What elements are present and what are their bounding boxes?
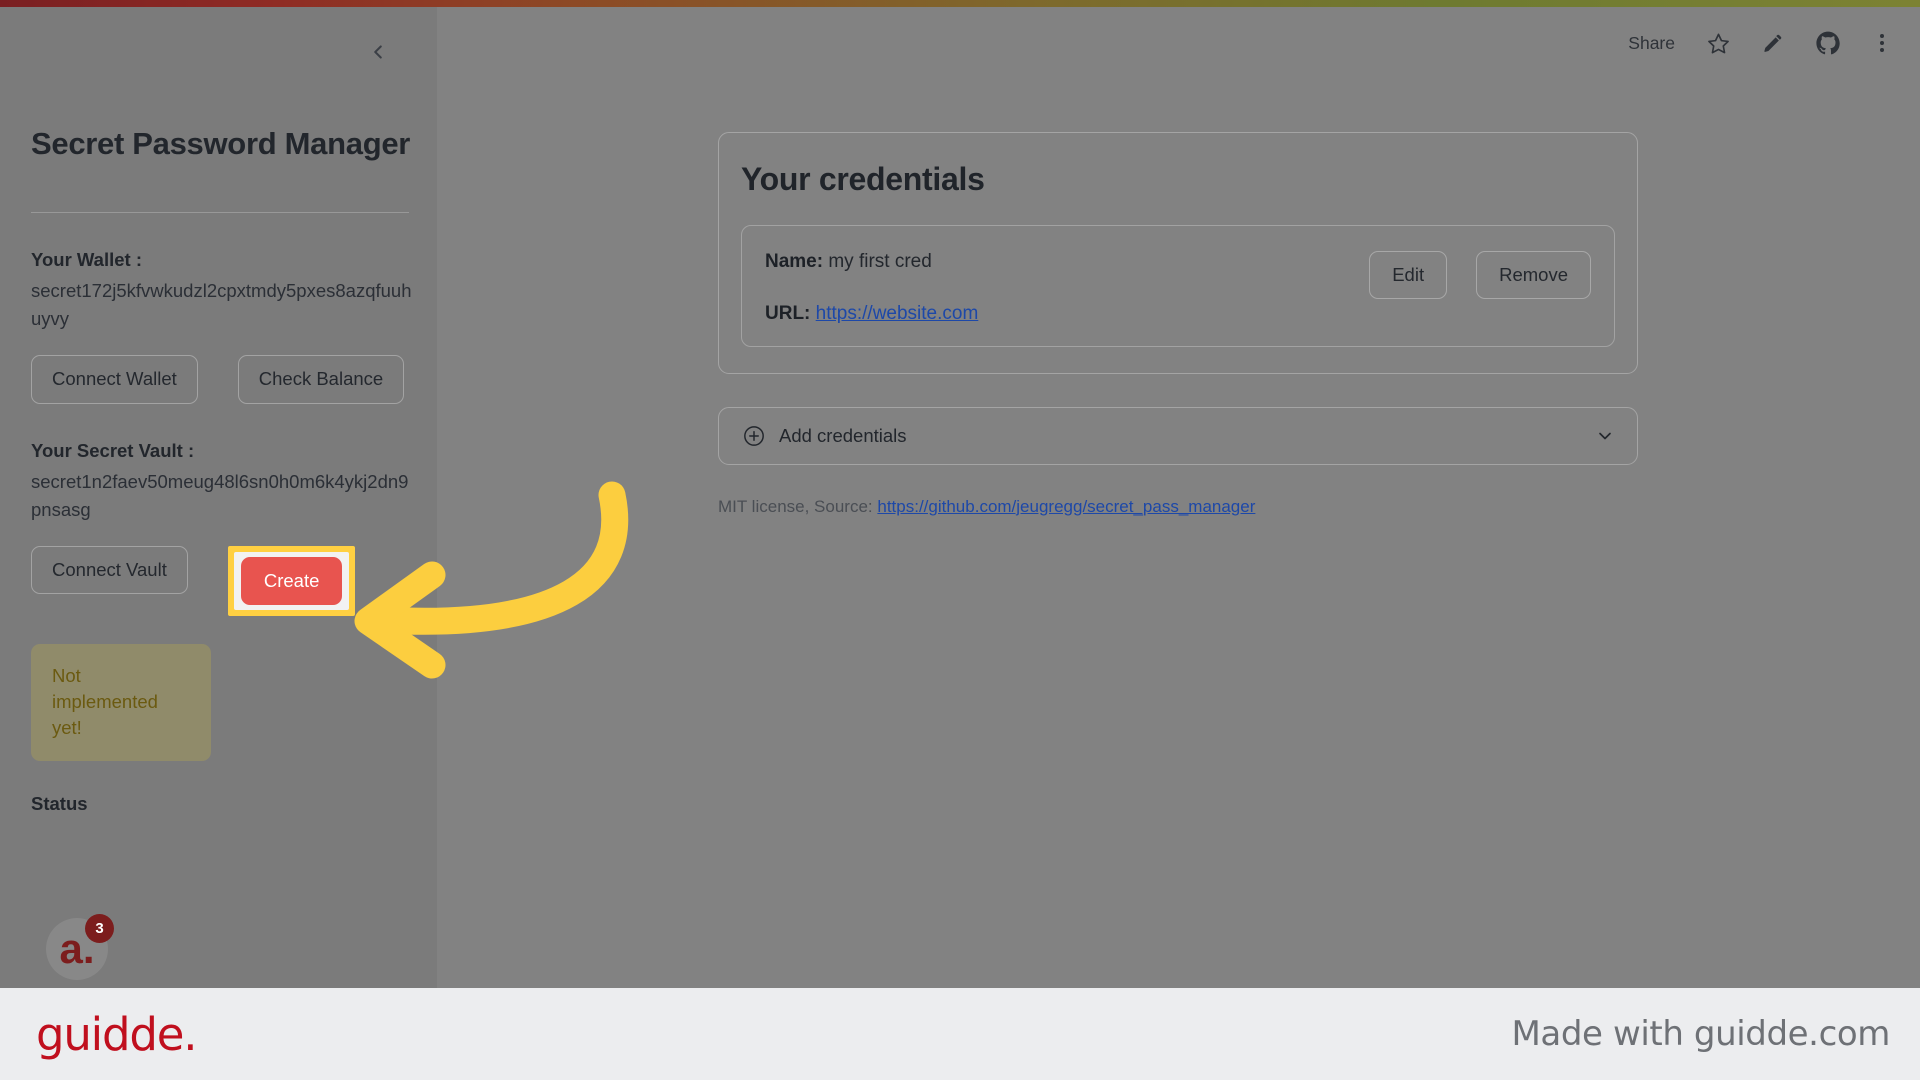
check-balance-button[interactable]: Check Balance (237, 355, 405, 404)
sidebar-collapse-button[interactable] (361, 37, 395, 71)
avatar-badge: 3 (85, 914, 114, 943)
app-toolbar: Share (1628, 31, 1892, 55)
credentials-card: Your credentials Name: my first cred URL… (718, 132, 1638, 374)
wallet-label: Your Wallet : (31, 249, 142, 271)
license-prefix: MIT license, Source: (718, 496, 873, 516)
star-icon[interactable] (1707, 32, 1730, 55)
credential-name-line: Name: my first cred (765, 251, 978, 273)
credential-url-label: URL: (765, 302, 811, 324)
main-content: Share Your credentials Name: my first cr… (437, 7, 1920, 988)
credential-row: Name: my first cred URL: https://website… (741, 225, 1615, 347)
guidde-logo: guidde. (36, 1007, 198, 1061)
github-icon[interactable] (1816, 31, 1840, 55)
app-screenshot: Secret Password Manager Your Wallet : se… (0, 0, 1920, 988)
wallet-address: secret172j5kfvwkudzl2cpxtmdy5pxes8azqfuu… (31, 280, 412, 330)
credential-actions: Edit Remove (1369, 247, 1591, 300)
sidebar-divider (31, 212, 409, 214)
made-with-guidde-text: Made with guidde.com (1511, 1014, 1890, 1054)
credential-details: Name: my first cred URL: https://website… (765, 247, 978, 325)
guidde-footer: guidde. Made with guidde.com (0, 988, 1920, 1080)
remove-button[interactable]: Remove (1476, 251, 1591, 300)
license-note: MIT license, Source: https://github.com/… (718, 497, 1638, 517)
credential-name-value: my first cred (828, 251, 932, 272)
connect-wallet-button[interactable]: Connect Wallet (31, 355, 198, 404)
chevron-left-icon (367, 41, 389, 68)
sidebar: Secret Password Manager Your Wallet : se… (0, 7, 437, 988)
edit-button[interactable]: Edit (1369, 251, 1448, 300)
decoration-bar (0, 0, 1920, 7)
connect-vault-button[interactable]: Connect Vault (31, 545, 188, 594)
vault-label: Your Secret Vault : (31, 439, 195, 461)
source-repo-link[interactable]: https://github.com/jeugregg/secret_pass_… (877, 497, 1255, 516)
not-implemented-alert: Not implemented yet! (31, 643, 211, 761)
vault-button-row: Connect Vault Create (31, 545, 411, 616)
add-credentials-label: Add credentials (779, 424, 907, 446)
kebab-menu-icon[interactable] (1872, 32, 1892, 54)
credentials-card-title: Your credentials (741, 161, 985, 197)
status-label: Status (31, 792, 88, 814)
credential-url-link[interactable]: https://website.com (816, 303, 979, 324)
vault-address: secret1n2faev50meug48l6sn0h0m6k4ykj2dn9p… (31, 470, 409, 520)
credential-url-line: URL: https://website.com (765, 303, 978, 325)
highlight-inner-border: Create (233, 551, 350, 610)
credential-name-label: Name: (765, 251, 824, 272)
create-button-highlight: Create (227, 545, 356, 616)
add-credentials-expander[interactable]: Add credentials (718, 406, 1638, 465)
wallet-button-row: Connect Wallet Check Balance (31, 355, 411, 404)
share-button[interactable]: Share (1628, 33, 1675, 54)
avatar[interactable]: a. 3 (46, 914, 114, 980)
pencil-icon[interactable] (1762, 32, 1784, 54)
plus-circle-icon (743, 425, 765, 447)
chevron-down-icon (1595, 426, 1615, 446)
credentials-panel: Your credentials Name: my first cred URL… (718, 132, 1638, 517)
page-title: Secret Password Manager (31, 126, 411, 161)
create-button[interactable]: Create (240, 556, 343, 605)
